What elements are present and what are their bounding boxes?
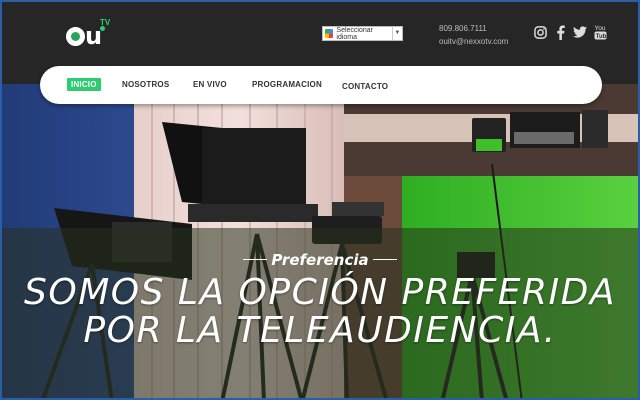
svg-text:You: You: [594, 25, 605, 32]
hero-banner: [2, 84, 638, 398]
hero-headline-line1: SOMOS LA OPCIÓN PREFERIDA: [24, 272, 616, 313]
email-address[interactable]: ouitv@nexxotv.com: [439, 35, 508, 48]
youtube-icon[interactable]: You Tube: [593, 25, 607, 40]
logo-tv: TV: [100, 18, 111, 27]
browser-frame: u TV Seleccionar idioma ▼ 809.806.7111 o…: [0, 0, 640, 400]
social-links: You Tube: [533, 24, 607, 40]
phone-number: 809.806.7111: [439, 24, 487, 33]
kicker-line-left: [243, 259, 268, 260]
logo-wordmark: u: [66, 22, 102, 50]
hero-kicker-text: Preferencia: [271, 251, 369, 269]
twitter-icon[interactable]: [573, 25, 587, 39]
google-translate-icon: [325, 29, 334, 38]
contact-info: 809.806.7111 ouitv@nexxotv.com: [439, 22, 508, 48]
instagram-icon[interactable]: [533, 25, 547, 39]
language-select[interactable]: Seleccionar idioma ▼: [322, 26, 403, 41]
nav-nosotros[interactable]: NOSOTROS: [122, 80, 169, 89]
nav-programacion[interactable]: PROGRAMACION: [252, 80, 322, 89]
hero-kicker: Preferencia: [2, 251, 638, 269]
svg-text:Tube: Tube: [595, 34, 606, 40]
nav-inicio[interactable]: INICIO: [67, 78, 101, 91]
language-select-label: Seleccionar idioma: [336, 26, 373, 41]
dropdown-arrow-icon: ▼: [391, 27, 402, 40]
facebook-icon[interactable]: [553, 24, 567, 40]
hero-headline-line2: POR LA TELEAUDIENCIA.: [83, 310, 557, 351]
main-nav: INICIO NOSOTROS EN VIVO PROGRAMACION CON…: [40, 66, 602, 104]
kicker-line-right: [372, 259, 397, 260]
nav-contacto[interactable]: CONTACTO: [342, 82, 388, 91]
hero-headline: SOMOS LA OPCIÓN PREFERIDA POR LA TELEAUD…: [2, 274, 638, 350]
site-logo[interactable]: u TV: [66, 18, 116, 50]
nav-en-vivo[interactable]: EN VIVO: [193, 80, 227, 89]
